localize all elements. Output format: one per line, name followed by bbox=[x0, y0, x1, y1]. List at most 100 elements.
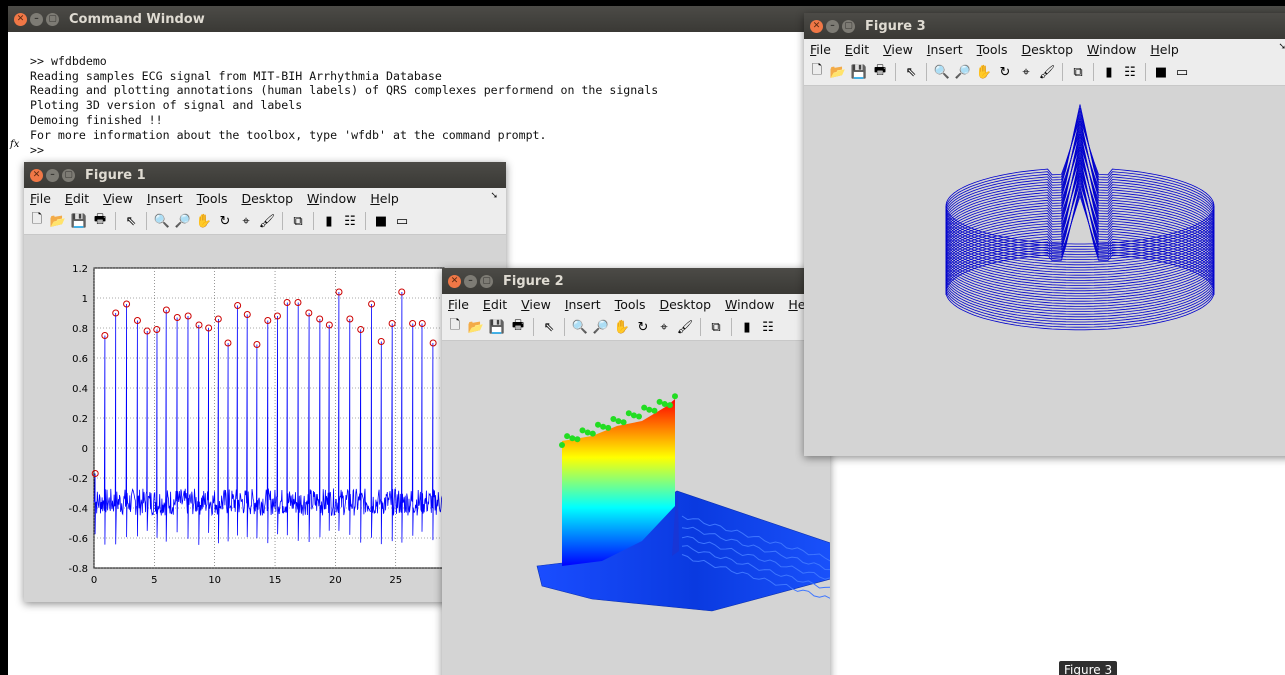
data-cursor-icon[interactable]: ⌖ bbox=[237, 212, 255, 230]
print-icon[interactable]: 🖶 bbox=[91, 212, 109, 230]
show-plot-tools-icon[interactable]: ▭ bbox=[1173, 63, 1191, 81]
figure2-plot[interactable] bbox=[442, 341, 830, 675]
maximize-icon[interactable]: ▢ bbox=[62, 168, 75, 182]
minimize-icon[interactable]: – bbox=[464, 274, 477, 288]
legend-icon[interactable]: ☷ bbox=[341, 212, 359, 230]
legend-icon[interactable]: ☷ bbox=[759, 318, 777, 336]
zoom-in-icon[interactable]: 🔍 bbox=[571, 318, 589, 336]
menu-desktop[interactable]: Desktop bbox=[1021, 42, 1073, 57]
figure2-window[interactable]: ✕ – ▢ Figure 2 File Edit View Insert Too… bbox=[442, 268, 830, 675]
fx-icon[interactable]: fx bbox=[10, 139, 19, 150]
pointer-icon[interactable]: ⇖ bbox=[540, 318, 558, 336]
menu-insert[interactable]: Insert bbox=[147, 191, 183, 206]
pan-icon[interactable]: ✋ bbox=[613, 318, 631, 336]
ridge-marker bbox=[656, 398, 663, 405]
menu-insert[interactable]: Insert bbox=[565, 297, 601, 312]
pointer-icon[interactable]: ⇖ bbox=[122, 212, 140, 230]
zoom-out-icon[interactable]: 🔎 bbox=[174, 212, 192, 230]
colorbar-icon[interactable]: ▮ bbox=[738, 318, 756, 336]
maximize-icon[interactable]: ▢ bbox=[46, 12, 59, 26]
minimize-icon[interactable]: – bbox=[826, 19, 839, 33]
new-figure-icon[interactable]: 🗋 bbox=[446, 318, 464, 336]
figure3-titlebar[interactable]: ✕ – ▢ Figure 3 bbox=[804, 13, 1285, 39]
menu-window[interactable]: Window bbox=[307, 191, 356, 206]
taskbar-tooltip: Figure 3 bbox=[1059, 661, 1118, 675]
close-icon[interactable]: ✕ bbox=[448, 274, 461, 288]
data-cursor-icon[interactable]: ⌖ bbox=[655, 318, 673, 336]
figure2-titlebar[interactable]: ✕ – ▢ Figure 2 bbox=[442, 268, 830, 294]
menu-view[interactable]: View bbox=[103, 191, 133, 206]
maximize-icon[interactable]: ▢ bbox=[480, 274, 493, 288]
maximize-icon[interactable]: ▢ bbox=[842, 19, 855, 33]
pointer-icon[interactable]: ⇖ bbox=[902, 63, 920, 81]
menu-edit[interactable]: Edit bbox=[65, 191, 89, 206]
y-tick-label: 0 bbox=[82, 444, 88, 455]
pan-icon[interactable]: ✋ bbox=[195, 212, 213, 230]
zoom-out-icon[interactable]: 🔎 bbox=[954, 63, 972, 81]
print-icon[interactable]: 🖶 bbox=[871, 63, 889, 81]
menu-file[interactable]: File bbox=[810, 42, 831, 57]
figure1-titlebar[interactable]: ✕ – ▢ Figure 1 bbox=[24, 162, 506, 188]
new-figure-icon[interactable]: 🗋 bbox=[808, 63, 826, 81]
colorbar-icon[interactable]: ▮ bbox=[1100, 63, 1118, 81]
menu-tools[interactable]: Tools bbox=[977, 42, 1008, 57]
menu-tools[interactable]: Tools bbox=[197, 191, 228, 206]
new-figure-icon[interactable]: 🗋 bbox=[28, 212, 46, 230]
figure3-window[interactable]: ✕ – ▢ Figure 3 File Edit View Insert Too… bbox=[804, 13, 1285, 456]
toolbar-separator bbox=[115, 212, 116, 230]
save-icon[interactable]: 💾 bbox=[488, 318, 506, 336]
figure1-plot[interactable]: -0.8 -0.6 -0.4 -0.2 0 0.2 0.4 0.6 0.8 1 1.2 0 5 10 15 2… bbox=[24, 235, 506, 602]
show-plot-tools-icon[interactable]: ▭ bbox=[393, 212, 411, 230]
menu-edit[interactable]: Edit bbox=[845, 42, 869, 57]
pan-icon[interactable]: ✋ bbox=[975, 63, 993, 81]
rotate-icon[interactable]: ↻ bbox=[634, 318, 652, 336]
menu-help[interactable]: Help bbox=[1150, 42, 1179, 57]
menu-view[interactable]: View bbox=[521, 297, 551, 312]
zoom-in-icon[interactable]: 🔍 bbox=[933, 63, 951, 81]
save-icon[interactable]: 💾 bbox=[850, 63, 868, 81]
hide-plot-tools-icon[interactable]: ■ bbox=[372, 212, 390, 230]
brush-icon[interactable]: 🖌 bbox=[258, 212, 276, 230]
colorbar-icon[interactable]: ▮ bbox=[320, 212, 338, 230]
zoom-in-icon[interactable]: 🔍 bbox=[153, 212, 171, 230]
menu-tools[interactable]: Tools bbox=[615, 297, 646, 312]
zoom-out-icon[interactable]: 🔎 bbox=[592, 318, 610, 336]
menu-file[interactable]: File bbox=[448, 297, 469, 312]
link-icon[interactable]: ⧉ bbox=[289, 212, 307, 230]
link-icon[interactable]: ⧉ bbox=[707, 318, 725, 336]
open-file-icon[interactable]: 📂 bbox=[829, 63, 847, 81]
ridge-marker bbox=[574, 436, 581, 443]
save-icon[interactable]: 💾 bbox=[70, 212, 88, 230]
dock-arrow-icon[interactable]: ➘ bbox=[490, 191, 498, 201]
data-cursor-icon[interactable]: ⌖ bbox=[1017, 63, 1035, 81]
ridge-marker bbox=[646, 406, 653, 413]
link-icon[interactable]: ⧉ bbox=[1069, 63, 1087, 81]
x-tick-label: 5 bbox=[151, 575, 157, 586]
legend-icon[interactable]: ☷ bbox=[1121, 63, 1139, 81]
menu-help[interactable]: Help bbox=[370, 191, 399, 206]
menu-edit[interactable]: Edit bbox=[483, 297, 507, 312]
minimize-icon[interactable]: – bbox=[30, 12, 43, 26]
close-icon[interactable]: ✕ bbox=[14, 12, 27, 26]
figure3-plot[interactable] bbox=[804, 86, 1285, 456]
menu-insert[interactable]: Insert bbox=[927, 42, 963, 57]
close-icon[interactable]: ✕ bbox=[30, 168, 43, 182]
brush-icon[interactable]: 🖌 bbox=[676, 318, 694, 336]
menu-desktop[interactable]: Desktop bbox=[659, 297, 711, 312]
menu-file[interactable]: File bbox=[30, 191, 51, 206]
menu-desktop[interactable]: Desktop bbox=[241, 191, 293, 206]
rotate-icon[interactable]: ↻ bbox=[996, 63, 1014, 81]
rotate-icon[interactable]: ↻ bbox=[216, 212, 234, 230]
open-file-icon[interactable]: 📂 bbox=[49, 212, 67, 230]
close-icon[interactable]: ✕ bbox=[810, 19, 823, 33]
dock-arrow-icon[interactable]: ➘ bbox=[1278, 42, 1285, 52]
menu-window[interactable]: Window bbox=[1087, 42, 1136, 57]
menu-window[interactable]: Window bbox=[725, 297, 774, 312]
open-file-icon[interactable]: 📂 bbox=[467, 318, 485, 336]
minimize-icon[interactable]: – bbox=[46, 168, 59, 182]
menu-view[interactable]: View bbox=[883, 42, 913, 57]
brush-icon[interactable]: 🖌 bbox=[1038, 63, 1056, 81]
print-icon[interactable]: 🖶 bbox=[509, 318, 527, 336]
hide-plot-tools-icon[interactable]: ■ bbox=[1152, 63, 1170, 81]
figure1-window[interactable]: ✕ – ▢ Figure 1 File Edit View Insert Too… bbox=[24, 162, 506, 602]
